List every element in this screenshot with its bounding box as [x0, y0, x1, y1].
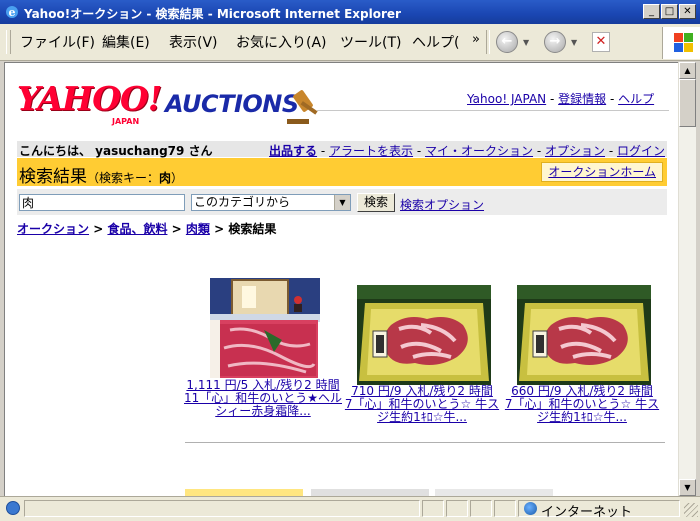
status-cell-5 — [494, 500, 516, 517]
page-loaded-icon — [6, 501, 20, 515]
menu-overflow-icon[interactable]: » — [472, 32, 480, 47]
back-arrow-icon[interactable]: ← — [496, 31, 518, 53]
header-divider — [317, 110, 669, 111]
svg-text:e: e — [9, 6, 16, 19]
link-registration-info[interactable]: 登録情報 — [558, 92, 606, 106]
status-cell-4 — [470, 500, 492, 517]
auction-home-button[interactable]: オークションホーム — [541, 162, 663, 182]
link-options[interactable]: オプション — [545, 144, 605, 158]
result-thumbnail-1[interactable] — [210, 278, 320, 379]
user-bar: こんにちは、 yasuchang79 さん 出品する - アラートを表示 - マ… — [17, 141, 667, 158]
link-show-alerts[interactable]: アラートを表示 — [329, 144, 413, 158]
breadcrumb-meat[interactable]: 肉類 — [186, 222, 210, 236]
search-input[interactable] — [19, 194, 185, 211]
search-key-label: （検索キー： — [87, 171, 160, 185]
result-item-1: 1,111 円/5 入札/残り2 時間 11「心」和牛のいとう★ヘルシィー赤身霜… — [183, 379, 343, 418]
menu-help[interactable]: ヘルプ( — [412, 32, 459, 52]
internet-zone-label: インターネット — [541, 505, 633, 520]
results-divider — [185, 442, 665, 443]
breadcrumb-current: 検索結果 — [228, 222, 277, 236]
menu-file[interactable]: ファイル(F) — [20, 32, 95, 52]
status-cell-3 — [446, 500, 468, 517]
page-viewport[interactable]: YAHOO! JAPAN AUCTIONS Yahoo! JAPAN - 登録情… — [4, 62, 679, 497]
minimize-button[interactable]: _ — [643, 4, 660, 19]
result-thumbnail-2[interactable] — [357, 285, 491, 385]
link-my-auction[interactable]: マイ・オークション — [425, 144, 533, 158]
maximize-button[interactable]: □ — [661, 4, 678, 19]
category-select-value: このカテゴリから — [194, 195, 291, 209]
link-yahoo-japan[interactable]: Yahoo! JAPAN — [467, 92, 546, 106]
menu-bar: ファイル(F) 編集(E) 表示(V) お気に入り(A) ツール(T) ヘルプ(… — [0, 24, 700, 61]
toolbar-grip[interactable] — [6, 30, 11, 54]
internet-zone-icon — [524, 502, 537, 515]
menu-view[interactable]: 表示(V) — [169, 32, 218, 52]
result-title-1[interactable]: 11「心」和牛のいとう★ヘルシィー赤身霜降... — [183, 392, 343, 418]
result-item-3: 660 円/9 入札/残り2 時間 7「心」和牛のいとう☆ 牛スジ生約1ｷﾛ☆牛… — [502, 385, 662, 424]
link-help[interactable]: ヘルプ — [618, 92, 654, 106]
gavel-icon — [287, 90, 318, 124]
logo-auctions-text: AUCTIONS — [165, 90, 299, 118]
search-options-link[interactable]: 検索オプション — [400, 196, 484, 213]
breadcrumb-auction[interactable]: オークション — [17, 222, 89, 236]
scroll-down-icon[interactable]: ▼ — [679, 479, 696, 496]
user-greeting: こんにちは、 yasuchang79 さん — [19, 144, 213, 158]
result-thumbnail-3[interactable] — [517, 285, 651, 385]
scroll-up-icon[interactable]: ▲ — [679, 62, 696, 79]
result-title: 検索結果 — [19, 167, 87, 187]
breadcrumb: オークション > 食品、飲料 > 肉類 > 検索結果 — [17, 222, 277, 236]
vertical-scrollbar[interactable]: ▲ ▼ — [678, 62, 696, 496]
user-links: 出品する - アラートを表示 - マイ・オークション - オプション - ログイ… — [269, 144, 665, 158]
category-select[interactable]: このカテゴリから ▼ — [191, 194, 351, 211]
close-button[interactable]: ✕ — [679, 4, 696, 19]
search-key-close: ） — [171, 171, 184, 185]
toolbar-separator — [486, 30, 490, 54]
header-links: Yahoo! JAPAN - 登録情報 - ヘルプ — [467, 92, 655, 106]
status-text-cell — [24, 500, 420, 517]
internet-explorer-icon: e — [6, 6, 18, 19]
result-title-2[interactable]: 7「心」和牛のいとう☆ 牛スジ生約1ｷﾛ☆牛... — [342, 398, 502, 424]
menu-edit[interactable]: 編集(E) — [102, 32, 150, 52]
result-title-3[interactable]: 7「心」和牛のいとう☆ 牛スジ生約1ｷﾛ☆牛... — [502, 398, 662, 424]
search-row: このカテゴリから ▼ 検索 検索オプション — [17, 189, 667, 215]
result-header-bar: 検索結果（検索キー：肉） オークションホーム — [17, 158, 667, 187]
resize-grip-icon[interactable] — [684, 503, 698, 517]
status-bar: インターネット — [0, 496, 700, 521]
window-titlebar[interactable]: e Yahoo!オークション - 検索結果 - Microsoft Intern… — [0, 0, 700, 24]
back-dropdown-icon[interactable]: ▼ — [523, 38, 529, 47]
window-title: Yahoo!オークション - 検索結果 - Microsoft Internet… — [24, 7, 401, 21]
scroll-thumb[interactable] — [679, 79, 696, 127]
search-key-value: 肉 — [159, 171, 172, 185]
result-heading: 検索結果（検索キー：肉） — [19, 162, 183, 187]
logo-japan-text: JAPAN — [112, 117, 140, 126]
link-login[interactable]: ログイン — [617, 144, 665, 158]
link-sell[interactable]: 出品する — [269, 144, 317, 158]
chevron-down-icon[interactable]: ▼ — [334, 195, 350, 210]
search-button[interactable]: 検索 — [357, 193, 396, 212]
breadcrumb-food-drink[interactable]: 食品、飲料 — [107, 222, 167, 236]
forward-dropdown-icon[interactable]: ▼ — [571, 38, 577, 47]
status-cell-2 — [422, 500, 444, 517]
logo-yahoo-text: YAHOO! — [17, 79, 162, 118]
stop-icon[interactable]: ✕ — [592, 32, 610, 52]
windows-logo-icon — [662, 27, 700, 59]
menu-tools[interactable]: ツール(T) — [340, 32, 401, 52]
forward-arrow-icon[interactable]: → — [544, 31, 566, 53]
result-item-2: 710 円/9 入札/残り2 時間 7「心」和牛のいとう☆ 牛スジ生約1ｷﾛ☆牛… — [342, 385, 502, 424]
menu-favorites[interactable]: お気に入り(A) — [236, 32, 327, 52]
